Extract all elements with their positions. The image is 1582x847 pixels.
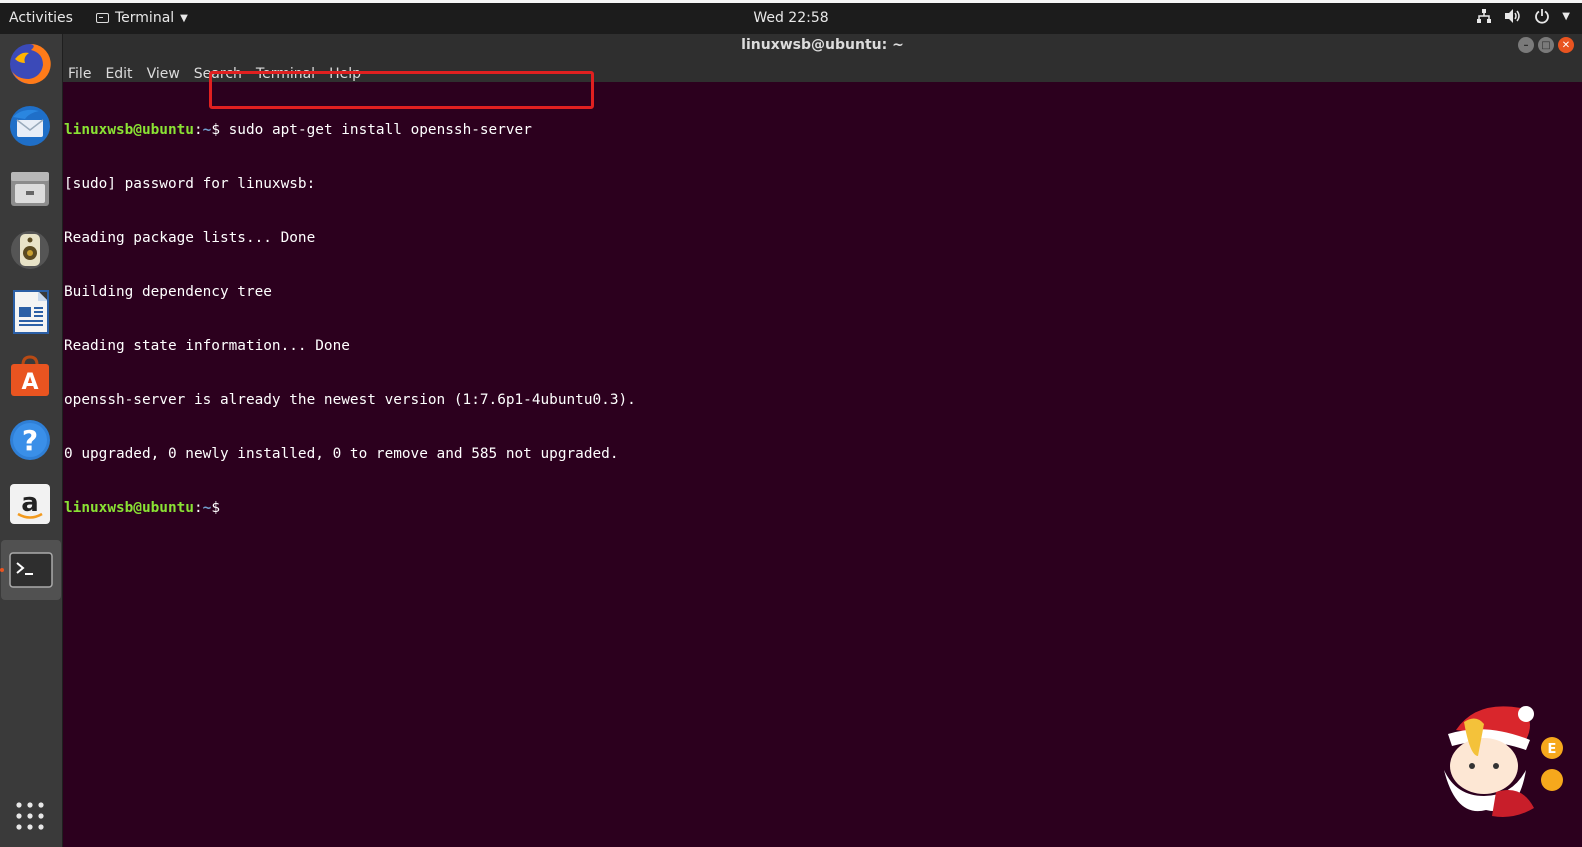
output-line: Reading state information... Done: [64, 338, 350, 354]
dock-item-help[interactable]: ?: [6, 416, 54, 464]
output-line: openssh-server is already the newest ver…: [64, 392, 636, 408]
help-icon: ?: [10, 420, 50, 460]
maximize-button[interactable]: □: [1538, 37, 1554, 53]
output-line: [sudo] password for linuxwsb:: [64, 176, 316, 192]
command-highlight-box: [209, 71, 594, 109]
mascot-sticker-icon: E: [1444, 706, 1563, 817]
minimize-button[interactable]: –: [1518, 37, 1534, 53]
rhythmbox-icon: [11, 231, 49, 269]
svg-text:E: E: [1548, 742, 1557, 757]
command-text: sudo apt-get install openssh-server: [228, 122, 532, 138]
dock-item-rhythmbox[interactable]: [6, 226, 54, 274]
prompt-path: ~: [202, 500, 212, 516]
dock: A ? a: [0, 34, 63, 847]
dock-item-files[interactable]: [6, 164, 54, 212]
svg-text:A: A: [21, 370, 38, 395]
dock-item-writer[interactable]: [6, 288, 54, 336]
command-line: linuxwsb@ubuntu:~$ sudo apt-get install …: [64, 121, 636, 139]
window-titlebar[interactable]: linuxwsb@ubuntu: ~ – □ ✕: [63, 34, 1582, 58]
dock-item-firefox[interactable]: [6, 40, 54, 88]
current-prompt-line: linuxwsb@ubuntu:~$: [64, 499, 636, 517]
software-icon: A: [11, 355, 49, 396]
prompt-separator: :: [193, 500, 203, 516]
clock[interactable]: Wed 22:58: [0, 10, 1582, 26]
app-grid-icon: [16, 802, 44, 830]
thunderbird-icon: [10, 106, 50, 146]
top-bar: Activities Terminal ▼ Wed 22:58 ▼: [0, 0, 1582, 34]
dock-item-software[interactable]: A: [6, 352, 54, 400]
dock-item-terminal[interactable]: [1, 540, 61, 600]
svg-text:a: a: [21, 488, 39, 518]
menu-view[interactable]: View: [147, 66, 180, 82]
output-line: Reading package lists... Done: [64, 230, 316, 246]
menu-file[interactable]: File: [68, 66, 91, 82]
network-icon: [1477, 9, 1492, 23]
show-applications-button[interactable]: [6, 792, 54, 840]
close-button[interactable]: ✕: [1558, 37, 1574, 53]
prompt-symbol: $: [211, 122, 229, 138]
volume-icon: [1505, 9, 1521, 23]
amazon-icon: a: [10, 484, 50, 524]
firefox-icon: [10, 43, 51, 84]
prompt-separator: :: [193, 122, 203, 138]
prompt-symbol: $: [211, 500, 229, 516]
prompt-user: linuxwsb@ubuntu: [64, 500, 194, 516]
dock-item-thunderbird[interactable]: [6, 102, 54, 150]
output-line: Building dependency tree: [64, 284, 272, 300]
output-line: 0 upgraded, 0 newly installed, 0 to remo…: [64, 446, 619, 462]
chevron-down-icon: ▼: [1562, 10, 1570, 22]
dock-item-amazon[interactable]: a: [6, 480, 54, 528]
prompt-user: linuxwsb@ubuntu: [64, 122, 194, 138]
writer-icon: [13, 290, 49, 334]
terminal-output[interactable]: linuxwsb@ubuntu:~$ sudo apt-get install …: [63, 83, 1582, 847]
svg-text:?: ?: [22, 424, 38, 457]
running-indicator: [0, 568, 4, 572]
terminal-icon: [9, 552, 53, 588]
system-tray[interactable]: ▼: [1476, 8, 1570, 24]
menu-edit[interactable]: Edit: [105, 66, 132, 82]
files-icon: [11, 172, 49, 206]
window-title: linuxwsb@ubuntu: ~: [741, 37, 904, 53]
power-icon: [1535, 9, 1550, 24]
prompt-path: ~: [202, 122, 212, 138]
